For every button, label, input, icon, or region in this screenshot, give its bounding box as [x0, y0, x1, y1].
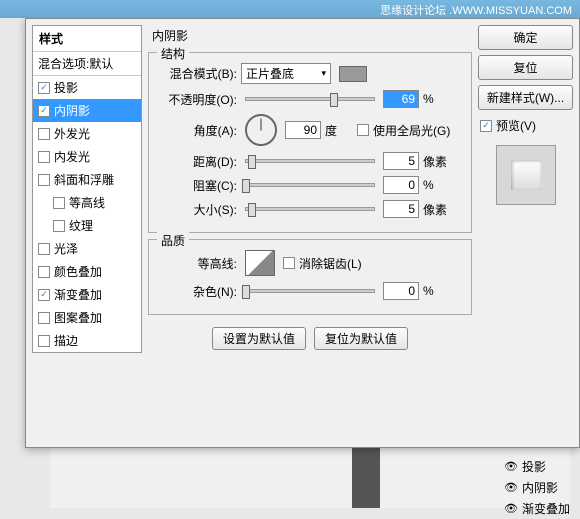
unit: 像素 [423, 201, 451, 218]
structure-legend: 结构 [157, 45, 189, 62]
structure-fieldset: 结构 混合模式(B): 正片叠底 不透明度(O): 69 % 角度(A): 90… [148, 52, 472, 233]
unit: % [423, 178, 451, 192]
blend-options-row[interactable]: 混合选项:默认 [33, 52, 141, 76]
unit: % [423, 284, 451, 298]
style-checkbox[interactable] [38, 174, 50, 186]
choke-label: 阻塞(C): [157, 177, 237, 194]
opacity-slider[interactable] [245, 97, 375, 101]
style-label: 图案叠加 [54, 309, 102, 326]
style-item-4[interactable]: 斜面和浮雕 [33, 168, 141, 191]
style-item-0[interactable]: 投影 [33, 76, 141, 99]
blend-mode-dropdown[interactable]: 正片叠底 [241, 63, 331, 84]
opacity-label: 不透明度(O): [157, 91, 237, 108]
bg-layers-list: 👁投影 👁内阴影 👁渐变叠加 [504, 456, 570, 519]
angle-label: 角度(A): [157, 122, 237, 139]
style-label: 外发光 [54, 125, 90, 142]
style-item-7[interactable]: 光泽 [33, 237, 141, 260]
center-panel: 内阴影 结构 混合模式(B): 正片叠底 不透明度(O): 69 % 角度(A)… [148, 25, 472, 353]
style-label: 颜色叠加 [54, 263, 102, 280]
style-checkbox[interactable] [38, 128, 50, 140]
slider-thumb[interactable] [242, 179, 250, 193]
style-checkbox[interactable] [38, 151, 50, 163]
watermark-bar: 思缘设计论坛 .WWW.MISSYUAN.COM [0, 0, 580, 18]
noise-slider[interactable] [245, 289, 375, 293]
noise-label: 杂色(N): [157, 283, 237, 300]
style-label: 等高线 [69, 194, 105, 211]
style-checkbox[interactable] [38, 266, 50, 278]
style-checkbox[interactable] [38, 289, 50, 301]
style-label: 渐变叠加 [54, 286, 102, 303]
choke-input[interactable]: 0 [383, 176, 419, 194]
preview-label: 预览(V) [496, 117, 536, 134]
global-light-label: 使用全局光(G) [373, 122, 450, 139]
style-label: 投影 [54, 79, 78, 96]
reset-default-button[interactable]: 复位为默认值 [314, 327, 408, 350]
angle-input[interactable]: 90 [285, 121, 321, 139]
style-checkbox[interactable] [53, 220, 65, 232]
styles-list-panel: 样式 混合选项:默认 投影内阴影外发光内发光斜面和浮雕等高线纹理光泽颜色叠加渐变… [32, 25, 142, 353]
style-item-6[interactable]: 纹理 [33, 214, 141, 237]
contour-picker[interactable] [245, 250, 275, 276]
slider-thumb[interactable] [248, 155, 256, 169]
bg-panel [50, 448, 570, 508]
style-label: 内阴影 [54, 102, 90, 119]
style-checkbox[interactable] [53, 197, 65, 209]
set-default-button[interactable]: 设置为默认值 [212, 327, 306, 350]
size-slider[interactable] [245, 207, 375, 211]
style-item-10[interactable]: 图案叠加 [33, 306, 141, 329]
style-checkbox[interactable] [38, 105, 50, 117]
style-item-3[interactable]: 内发光 [33, 145, 141, 168]
style-item-11[interactable]: 描边 [33, 329, 141, 352]
antialias-checkbox[interactable] [283, 257, 295, 269]
slider-thumb[interactable] [330, 93, 338, 107]
style-item-1[interactable]: 内阴影 [33, 99, 141, 122]
eye-icon: 👁 [504, 460, 518, 473]
style-item-8[interactable]: 颜色叠加 [33, 260, 141, 283]
style-item-2[interactable]: 外发光 [33, 122, 141, 145]
slider-thumb[interactable] [242, 285, 250, 299]
panel-title: 内阴影 [148, 25, 472, 46]
slider-thumb[interactable] [248, 203, 256, 217]
new-style-button[interactable]: 新建样式(W)... [478, 85, 573, 110]
style-checkbox[interactable] [38, 335, 50, 347]
antialias-label: 消除锯齿(L) [299, 255, 362, 272]
eye-icon: 👁 [504, 481, 518, 494]
choke-slider[interactable] [245, 183, 375, 187]
noise-input[interactable]: 0 [383, 282, 419, 300]
distance-input[interactable]: 5 [383, 152, 419, 170]
style-item-9[interactable]: 渐变叠加 [33, 283, 141, 306]
shadow-color-swatch[interactable] [339, 66, 367, 82]
bg-thumb [352, 448, 380, 508]
quality-legend: 品质 [157, 232, 189, 249]
cancel-button[interactable]: 复位 [478, 55, 573, 80]
style-label: 描边 [54, 332, 78, 349]
preview-box [496, 145, 556, 205]
style-item-5[interactable]: 等高线 [33, 191, 141, 214]
style-label: 斜面和浮雕 [54, 171, 114, 188]
right-panel: 确定 复位 新建样式(W)... 预览(V) [478, 25, 573, 353]
distance-slider[interactable] [245, 159, 375, 163]
blend-mode-label: 混合模式(B): [157, 65, 237, 82]
style-checkbox[interactable] [38, 82, 50, 94]
preview-checkbox[interactable] [480, 120, 492, 132]
style-label: 纹理 [69, 217, 93, 234]
style-label: 光泽 [54, 240, 78, 257]
unit: 度 [325, 122, 353, 139]
unit: % [423, 92, 451, 106]
opacity-input[interactable]: 69 [383, 90, 419, 108]
global-light-checkbox[interactable] [357, 124, 369, 136]
angle-dial[interactable] [245, 114, 277, 146]
style-label: 内发光 [54, 148, 90, 165]
layer-style-dialog: 样式 混合选项:默认 投影内阴影外发光内发光斜面和浮雕等高线纹理光泽颜色叠加渐变… [25, 18, 580, 448]
unit: 像素 [423, 153, 451, 170]
size-input[interactable]: 5 [383, 200, 419, 218]
styles-header: 样式 [33, 26, 141, 52]
distance-label: 距离(D): [157, 153, 237, 170]
quality-fieldset: 品质 等高线: 消除锯齿(L) 杂色(N): 0 % [148, 239, 472, 315]
style-checkbox[interactable] [38, 312, 50, 324]
contour-label: 等高线: [157, 255, 237, 272]
ok-button[interactable]: 确定 [478, 25, 573, 50]
style-checkbox[interactable] [38, 243, 50, 255]
size-label: 大小(S): [157, 201, 237, 218]
